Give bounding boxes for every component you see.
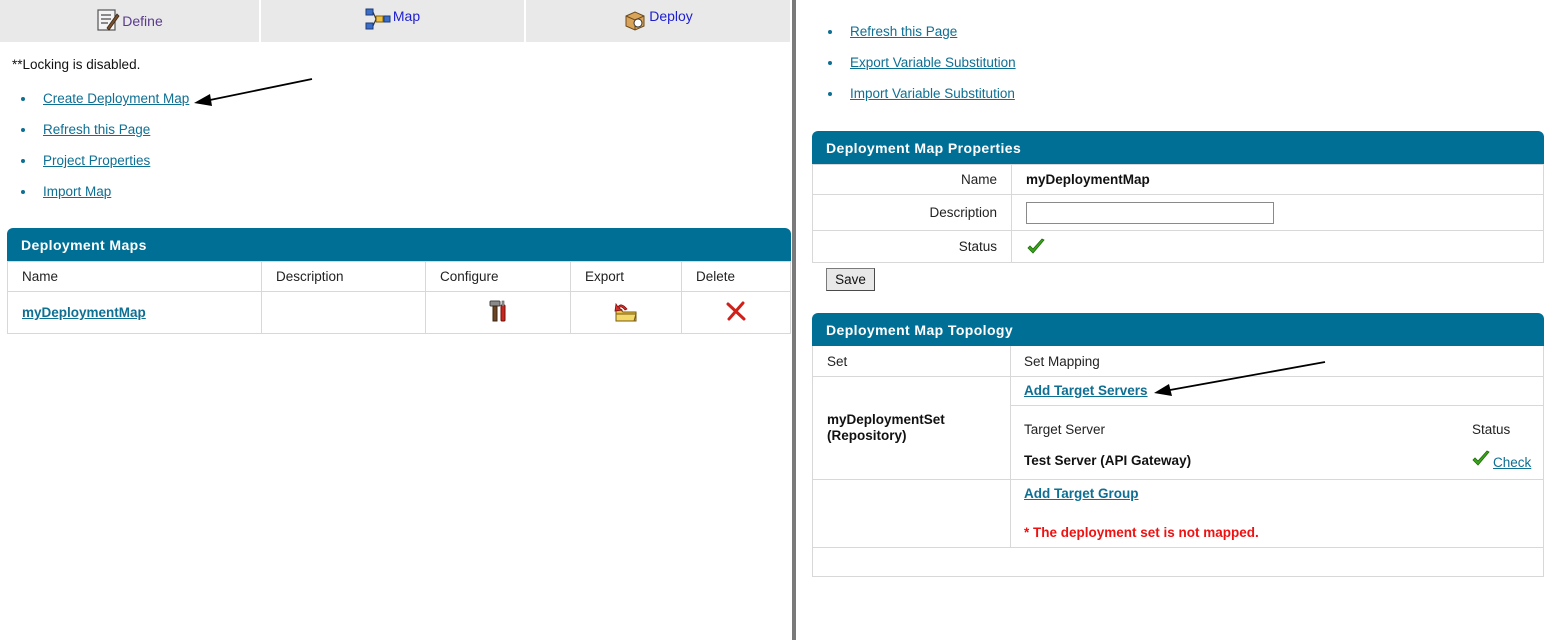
import-variable-substitution-link[interactable]: Import Variable Substitution: [850, 86, 1015, 101]
set-name: myDeploymentSet: [827, 412, 945, 427]
create-deployment-map-link[interactable]: Create Deployment Map: [43, 91, 189, 106]
divider: [813, 479, 1544, 480]
delete-x-icon[interactable]: [725, 300, 747, 325]
set-mapping-header: Set Mapping: [1024, 354, 1100, 369]
right-frame: Refresh this Page Export Variable Substi…: [796, 0, 1544, 640]
name-value: myDeploymentMap: [1011, 164, 1544, 195]
import-map-link[interactable]: Import Map: [43, 184, 111, 199]
status-header: Status: [1472, 422, 1511, 437]
left-frame: Define Map Deploy **Locking is disabled.…: [0, 0, 792, 640]
bullet: [21, 128, 25, 132]
set-header: Set: [827, 354, 848, 369]
bullet: [21, 159, 25, 163]
properties-header: Deployment Map Properties: [812, 131, 1544, 164]
list-item: Project Properties: [21, 152, 189, 183]
col-delete: Delete: [681, 261, 791, 292]
topology-table: Set Set Mapping myDeploymentSet (Reposit…: [812, 346, 1544, 577]
description-input[interactable]: [1026, 201, 1274, 224]
map-name-link[interactable]: myDeploymentMap: [22, 305, 146, 320]
left-action-list: Create Deployment Map Refresh this Page …: [21, 90, 189, 214]
bullet: [21, 97, 25, 101]
green-check-icon: [1026, 238, 1046, 254]
save-button[interactable]: Save: [826, 268, 875, 291]
table-row: Status: [812, 230, 1544, 263]
col-name: Name: [7, 261, 262, 292]
target-server-name: Test Server (API Gateway): [1024, 453, 1192, 468]
col-export: Export: [570, 261, 682, 292]
table-row: Name myDeploymentMap: [812, 164, 1544, 195]
add-target-group-link[interactable]: Add Target Group: [1024, 486, 1139, 501]
description-cell: [1011, 194, 1544, 231]
list-item: Import Variable Substitution: [828, 85, 1016, 116]
status-cell: [1011, 230, 1544, 263]
topology-header: Deployment Map Topology: [812, 313, 1544, 346]
tab-map[interactable]: Map: [261, 0, 526, 42]
deploy-icon: [623, 8, 649, 35]
bullet: [21, 190, 25, 194]
project-properties-link[interactable]: Project Properties: [43, 153, 150, 168]
bullet: [828, 61, 832, 65]
set-type: (Repository): [827, 428, 907, 443]
divider: [1010, 405, 1544, 406]
bullet: [828, 92, 832, 96]
divider: [813, 547, 1544, 548]
map-description-cell: [261, 291, 426, 334]
table-header-row: Name Description Configure Export Delete: [7, 261, 791, 292]
deployment-maps-table: Name Description Configure Export Delete…: [7, 261, 791, 334]
delete-cell: [681, 291, 791, 334]
map-name-cell: myDeploymentMap: [7, 291, 262, 334]
export-variable-substitution-link[interactable]: Export Variable Substitution: [850, 55, 1016, 70]
right-action-list: Refresh this Page Export Variable Substi…: [828, 23, 1016, 116]
tab-bar: Define Map Deploy: [0, 0, 790, 42]
table-row: myDeploymentMap: [7, 291, 791, 334]
add-target-servers-link[interactable]: Add Target Servers: [1024, 383, 1148, 398]
refresh-page-link[interactable]: Refresh this Page: [850, 24, 957, 39]
configure-cell: [425, 291, 571, 334]
green-check-icon: [1471, 449, 1491, 472]
list-item: Import Map: [21, 183, 189, 214]
define-icon: [96, 8, 122, 35]
error-message: * The deployment set is not mapped.: [1024, 525, 1259, 540]
properties-table: Name myDeploymentMap Description Status: [812, 164, 1544, 263]
export-cell: [570, 291, 682, 334]
bullet: [828, 30, 832, 34]
tab-deploy[interactable]: Deploy: [526, 0, 790, 42]
tools-icon[interactable]: [487, 299, 509, 326]
col-description: Description: [261, 261, 426, 292]
export-icon[interactable]: [613, 299, 639, 326]
status-label: Status: [812, 230, 1012, 263]
locking-message: **Locking is disabled.: [12, 57, 141, 72]
deployment-maps-header: Deployment Maps: [7, 228, 791, 261]
col-configure: Configure: [425, 261, 571, 292]
refresh-page-link[interactable]: Refresh this Page: [43, 122, 150, 137]
target-server-header: Target Server: [1024, 422, 1106, 437]
list-item: Refresh this Page: [828, 23, 1016, 54]
description-label: Description: [812, 194, 1012, 231]
map-icon: [365, 8, 393, 33]
list-item: Refresh this Page: [21, 121, 189, 152]
list-item: Export Variable Substitution: [828, 54, 1016, 85]
name-label: Name: [812, 164, 1012, 195]
check-link[interactable]: Check: [1493, 455, 1531, 470]
divider: [813, 376, 1544, 377]
tab-define[interactable]: Define: [0, 0, 261, 42]
table-row: Description: [812, 194, 1544, 231]
list-item: Create Deployment Map: [21, 90, 189, 121]
